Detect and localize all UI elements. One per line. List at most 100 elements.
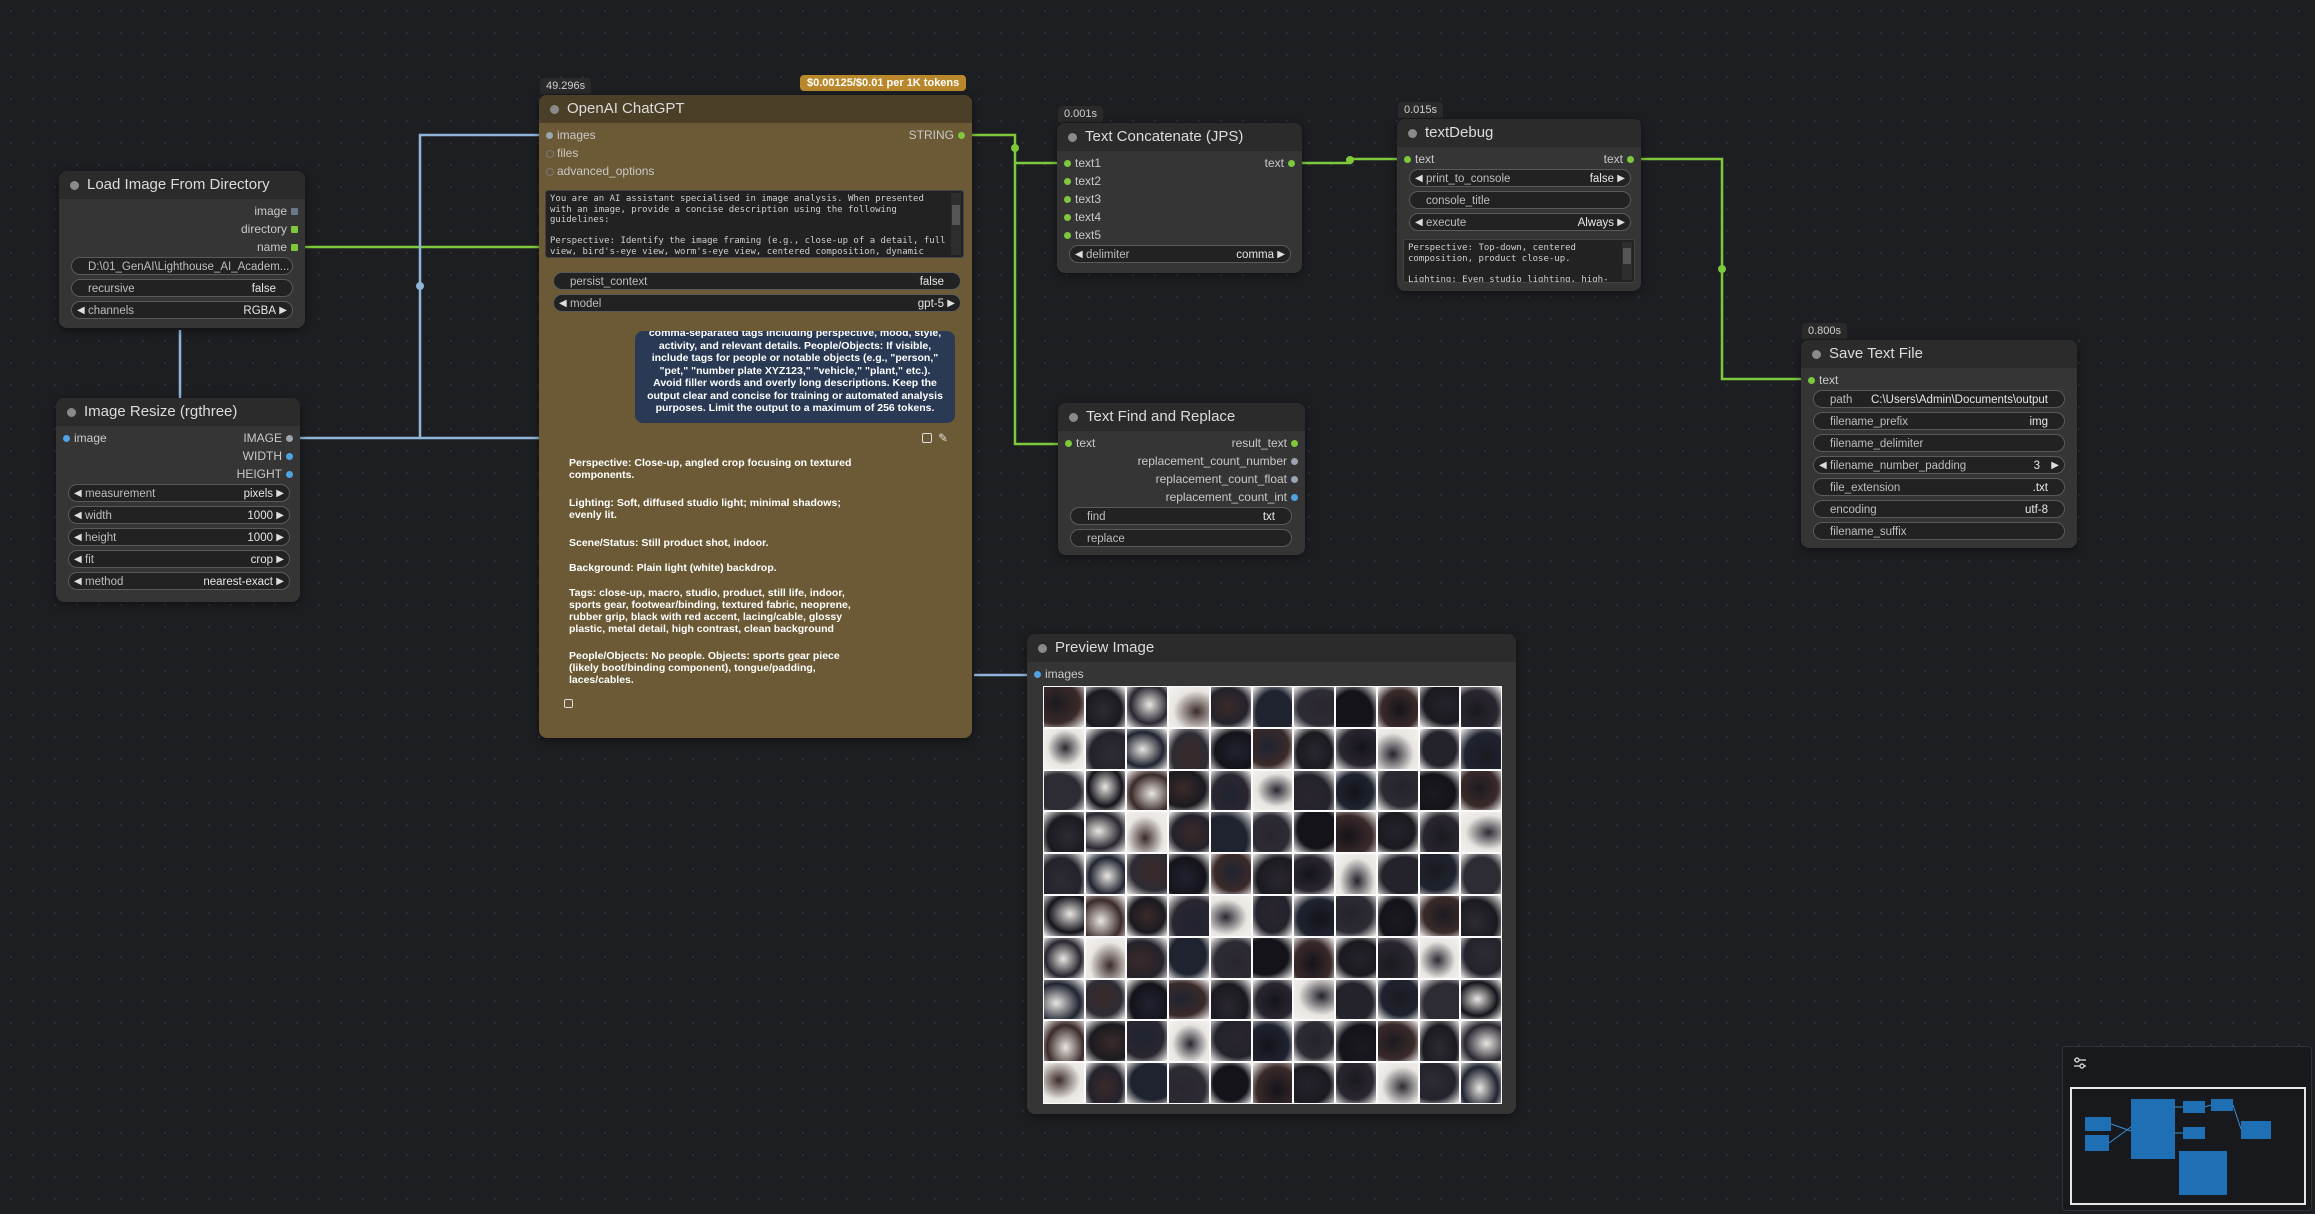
arrow-left-icon[interactable]: ◀ <box>559 295 567 313</box>
image-thumbnail[interactable] <box>1376 769 1419 812</box>
image-thumbnail[interactable] <box>1126 1062 1169 1104</box>
image-thumbnail[interactable] <box>1376 811 1419 854</box>
minimap[interactable] <box>2062 1046 2312 1211</box>
image-thumbnail[interactable] <box>1418 686 1461 728</box>
find-field[interactable]: find txt <box>1070 507 1292 525</box>
image-thumbnail[interactable] <box>1209 894 1252 937</box>
image-thumbnail[interactable] <box>1126 686 1169 728</box>
output-image[interactable]: image <box>254 203 305 219</box>
image-thumbnail[interactable] <box>1251 853 1294 895</box>
node-openai-chatgpt[interactable]: OpenAI ChatGPT images files advanced_opt… <box>539 95 972 738</box>
output-IMAGE[interactable]: IMAGE <box>243 430 300 446</box>
image-thumbnail[interactable] <box>1335 727 1377 770</box>
model-combo[interactable]: ◀ model gpt-5 ▶ <box>553 294 961 312</box>
debug-preview-textarea[interactable]: Perspective: Top-down, centered composit… <box>1403 239 1635 283</box>
image-thumbnail[interactable] <box>1293 978 1336 1021</box>
output-text[interactable]: text <box>1604 151 1641 167</box>
image-thumbnail[interactable] <box>1168 1062 1210 1104</box>
arrow-left-icon[interactable]: ◀ <box>74 507 82 525</box>
image-thumbnail[interactable] <box>1335 894 1377 937</box>
image-thumbnail[interactable] <box>1168 978 1210 1021</box>
image-thumbnail[interactable] <box>1043 769 1085 812</box>
output-replacement-count-int[interactable]: replacement_count_int <box>1166 489 1305 505</box>
node-preview-image[interactable]: Preview Image images <box>1027 634 1516 1114</box>
image-thumbnail[interactable] <box>1084 1062 1127 1104</box>
image-thumbnail[interactable] <box>1043 686 1085 728</box>
image-thumbnail[interactable] <box>1418 894 1461 937</box>
image-thumbnail[interactable] <box>1168 727 1210 770</box>
node-text-find-replace[interactable]: Text Find and Replace text result_text r… <box>1058 403 1305 555</box>
image-thumbnail[interactable] <box>1251 811 1294 854</box>
image-thumbnail[interactable] <box>1460 727 1502 770</box>
replace-field[interactable]: replace <box>1070 529 1292 547</box>
fit-combo[interactable]: ◀ fit crop ▶ <box>68 550 290 568</box>
path-field[interactable]: path C:\Users\Admin\Documents\output <box>1813 390 2065 408</box>
image-thumbnail[interactable] <box>1043 894 1085 937</box>
scroll-thumb[interactable] <box>952 205 960 225</box>
image-thumbnail[interactable] <box>1460 1020 1502 1063</box>
image-thumbnail[interactable] <box>1043 727 1085 770</box>
image-thumbnail[interactable] <box>1168 853 1210 895</box>
node-title[interactable]: Text Find and Replace <box>1058 403 1305 431</box>
arrow-right-icon[interactable]: ▶ <box>276 485 284 503</box>
image-thumbnail[interactable] <box>1209 1020 1252 1063</box>
image-thumbnail[interactable] <box>1418 1020 1461 1063</box>
image-thumbnail[interactable] <box>1043 1020 1085 1063</box>
image-thumbnail[interactable] <box>1126 894 1169 937</box>
directory-field[interactable]: D:\01_GenAI\Lighthouse_AI_Academ... <box>71 257 293 275</box>
node-title[interactable]: Preview Image <box>1027 634 1516 662</box>
image-thumbnail[interactable] <box>1168 811 1210 854</box>
output-STRING[interactable]: STRING <box>909 127 972 143</box>
image-thumbnail[interactable] <box>1376 1020 1419 1063</box>
image-thumbnail[interactable] <box>1293 811 1336 854</box>
node-title[interactable]: Image Resize (rgthree) <box>56 398 300 426</box>
copy-icon[interactable] <box>564 699 573 708</box>
input-image[interactable]: image <box>56 430 107 446</box>
copy-icon[interactable] <box>922 433 932 443</box>
image-thumbnail[interactable] <box>1168 936 1210 979</box>
delimiter-combo[interactable]: ◀ delimiter comma ▶ <box>1069 245 1291 263</box>
image-thumbnail[interactable] <box>1460 894 1502 937</box>
method-combo[interactable]: ◀ method nearest-exact ▶ <box>68 572 290 590</box>
image-thumbnail[interactable] <box>1460 853 1502 895</box>
node-text-debug[interactable]: textDebug text text ◀ print_to_console fal… <box>1397 119 1641 291</box>
image-thumbnail[interactable] <box>1043 936 1085 979</box>
image-thumbnail[interactable] <box>1209 1062 1252 1104</box>
output-HEIGHT[interactable]: HEIGHT <box>237 466 300 482</box>
filename-number-padding-number[interactable]: ◀ filename_number_padding 3 ▶ <box>1813 456 2065 474</box>
scrollbar[interactable] <box>951 193 961 255</box>
input-text5[interactable]: text5 <box>1057 227 1101 243</box>
image-thumbnail[interactable] <box>1293 853 1336 895</box>
image-thumbnail[interactable] <box>1460 978 1502 1021</box>
encoding-field[interactable]: encoding utf-8 <box>1813 500 2065 518</box>
edit-icon[interactable]: ✎ <box>938 431 948 445</box>
arrow-right-icon[interactable]: ▶ <box>276 529 284 547</box>
image-thumbnail[interactable] <box>1376 853 1419 895</box>
image-thumbnail[interactable] <box>1209 978 1252 1021</box>
arrow-left-icon[interactable]: ◀ <box>1415 170 1423 188</box>
height-number[interactable]: ◀ height 1000 ▶ <box>68 528 290 546</box>
image-thumbnail[interactable] <box>1418 978 1461 1021</box>
image-thumbnail[interactable] <box>1376 894 1419 937</box>
image-thumbnail[interactable] <box>1084 1020 1127 1063</box>
image-thumbnail[interactable] <box>1460 769 1502 812</box>
output-replacement-count-number[interactable]: replacement_count_number <box>1138 453 1305 469</box>
image-thumbnail[interactable] <box>1084 978 1127 1021</box>
image-thumbnail[interactable] <box>1418 727 1461 770</box>
measurement-combo[interactable]: ◀ measurement pixels ▶ <box>68 484 290 502</box>
channels-combo[interactable]: ◀ channels RGBA ▶ <box>71 301 293 319</box>
image-thumbnail[interactable] <box>1084 686 1127 728</box>
image-thumbnail[interactable] <box>1043 978 1085 1021</box>
image-thumbnail[interactable] <box>1126 811 1169 854</box>
node-save-text-file[interactable]: Save Text File text path C:\Users\Admin\D… <box>1801 340 2077 548</box>
input-text3[interactable]: text3 <box>1057 191 1101 207</box>
image-thumbnail[interactable] <box>1251 769 1294 812</box>
scroll-thumb[interactable] <box>1623 248 1631 264</box>
input-images[interactable]: images <box>1027 666 1084 682</box>
image-thumbnail[interactable] <box>1335 1062 1377 1104</box>
image-thumbnail[interactable] <box>1209 686 1252 728</box>
recursive-toggle[interactable]: recursive false <box>71 279 293 297</box>
image-thumbnail[interactable] <box>1335 811 1377 854</box>
image-thumbnail[interactable] <box>1251 936 1294 979</box>
image-thumbnail[interactable] <box>1084 853 1127 895</box>
